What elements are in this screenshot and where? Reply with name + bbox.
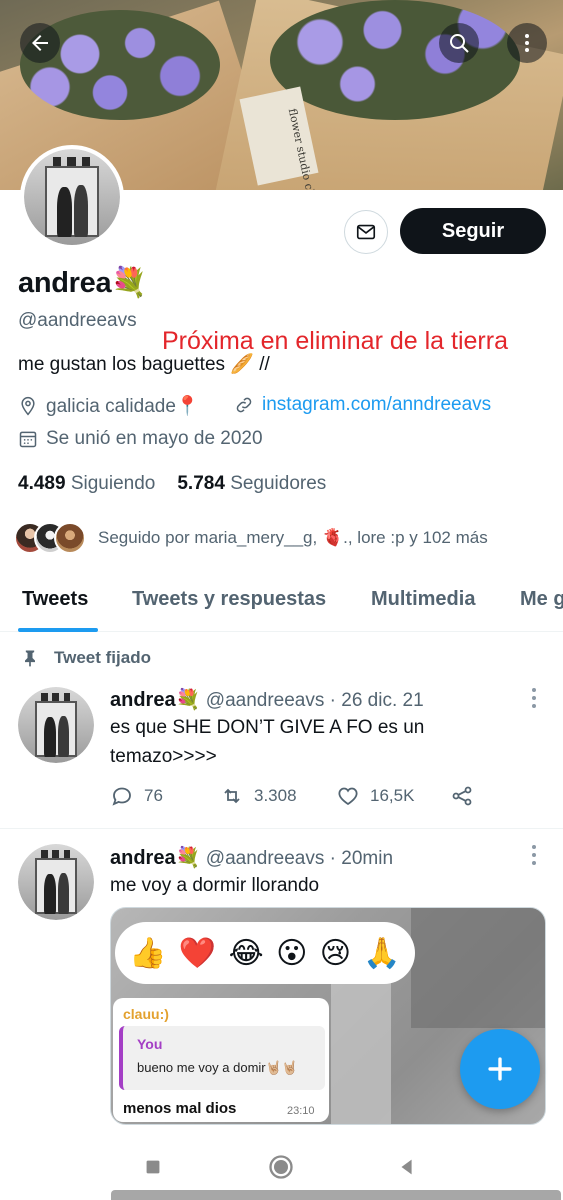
share-icon: [452, 786, 472, 806]
tweet-author-name[interactable]: andrea💐: [110, 689, 201, 711]
like-count: 16,5K: [370, 786, 415, 805]
home-button[interactable]: [266, 1152, 296, 1182]
tab-tweets-replies[interactable]: Tweets y respuestas: [132, 588, 326, 611]
location-pin-icon: [21, 396, 35, 416]
following-link[interactable]: 4.489 Siguiendo: [18, 473, 155, 495]
profile-website[interactable]: instagram.com/anndreeavs: [234, 394, 491, 416]
reaction-emoji: 😢: [319, 936, 352, 970]
reaction-emoji: 😮: [276, 936, 308, 970]
tweet-author-name[interactable]: andrea💐: [110, 847, 201, 869]
heart-icon: [338, 787, 358, 806]
profile-avatar[interactable]: [20, 145, 124, 249]
pinned-text: Tweet fijado: [54, 648, 151, 667]
chat-message: menos mal dios: [123, 1100, 237, 1117]
profile-tabs: Tweets Tweets y respuestas Multimedia Me…: [0, 568, 563, 632]
chat-sender-name: clauu:): [123, 1006, 169, 1022]
tweet-divider: [0, 828, 563, 829]
tab-tweets[interactable]: Tweets: [22, 588, 88, 611]
followers-count: 5.784: [177, 473, 225, 494]
compose-tweet-button[interactable]: [460, 1029, 540, 1109]
followed-by-text: Seguido por maria_mery__g, 🫀., lore :p y…: [98, 528, 488, 547]
following-count: 4.489: [18, 473, 66, 494]
reaction-emoji: 😂: [228, 936, 264, 970]
plus-icon: [488, 1057, 512, 1081]
tweet-text: es que SHE DON’T GIVE A FO es un temazo>…: [110, 713, 424, 771]
profile-handle: @aandreeavs: [18, 310, 137, 331]
back-button[interactable]: [20, 23, 60, 63]
circle-icon: [269, 1155, 293, 1179]
reply-button[interactable]: 76: [110, 784, 163, 808]
back-nav-button[interactable]: [392, 1152, 422, 1182]
joined-text: Se unió en mayo de 2020: [46, 428, 263, 449]
tweet-header: andrea💐 @aandreeavs · 20min: [110, 845, 393, 870]
tweet-text-line: temazo>>>>: [110, 746, 217, 767]
share-button[interactable]: [450, 784, 474, 808]
reaction-emoji: 🙏: [363, 936, 401, 970]
mail-icon: [356, 224, 376, 240]
reaction-bar: 👍 ❤️ 😂 😮 😢 🙏: [115, 922, 415, 984]
quoted-text: bueno me voy a domir🤘🏼🤘🏼: [137, 1060, 298, 1075]
tweet-text: me voy a dormir llorando: [110, 871, 319, 900]
arrow-left-icon: [32, 35, 48, 51]
recents-button[interactable]: [138, 1152, 168, 1182]
tweet-more-button[interactable]: [528, 688, 540, 708]
followers-link[interactable]: 5.784 Seguidores: [177, 473, 326, 495]
tweet-header: andrea💐 @aandreeavs · 26 dic. 21: [110, 687, 424, 712]
like-button[interactable]: 16,5K: [336, 784, 414, 808]
tweet-actions: 76 3.308 16,5K: [110, 784, 480, 812]
followers-label: Seguidores: [230, 473, 327, 494]
reaction-emoji: ❤️: [178, 936, 217, 970]
chat-bubble: clauu:) You bueno me voy a domir🤘🏼🤘🏼 men…: [113, 998, 329, 1122]
tweet-text-line: es que SHE DON’T GIVE A FO es un: [110, 717, 425, 738]
square-icon: [146, 1160, 160, 1174]
retweet-icon: [224, 788, 240, 804]
following-label: Siguiendo: [70, 473, 156, 494]
more-options-button[interactable]: [507, 23, 547, 63]
link-icon: [236, 397, 252, 413]
follow-counts: 4.489 Siguiendo 5.784 Seguidores: [18, 473, 326, 495]
tweet-avatar[interactable]: [18, 687, 94, 763]
calendar-icon: [19, 431, 37, 448]
tweet-more-button[interactable]: [528, 845, 540, 865]
tab-media[interactable]: Multimedia: [371, 588, 475, 611]
chat-time: 23:10: [287, 1105, 315, 1117]
tweet-author-handle: @aandreeavs: [205, 848, 325, 869]
message-button[interactable]: [344, 210, 388, 254]
location-text: galicia calidade📍: [46, 396, 200, 417]
bottom-edge-panel: [111, 1190, 561, 1200]
reply-count: 76: [144, 786, 163, 805]
profile-location: galicia calidade📍: [18, 394, 200, 418]
retweet-button[interactable]: 3.308: [220, 784, 297, 808]
pinned-tweet-label: Tweet fijado: [20, 648, 151, 668]
active-tab-indicator: [18, 628, 98, 632]
pin-icon: [25, 650, 35, 667]
tweet-time[interactable]: 20min: [341, 848, 393, 869]
retweet-count: 3.308: [254, 786, 297, 805]
quoted-sender: You: [137, 1036, 163, 1052]
follower-avatar: [54, 522, 86, 554]
reaction-emoji: 👍: [129, 936, 167, 970]
website-link[interactable]: instagram.com/anndreeavs: [262, 394, 491, 416]
tweet-text-line: me voy a dormir llorando: [110, 875, 320, 896]
tweet-separator: ·: [329, 848, 336, 869]
profile-bio: me gustan los baguettes 🥖 //: [18, 354, 270, 375]
profile-joined: Se unió en mayo de 2020: [18, 428, 263, 450]
tweet-author-handle: @aandreeavs: [205, 690, 325, 711]
reply-icon: [112, 787, 131, 806]
triangle-back-icon: [401, 1159, 412, 1175]
tweet-time[interactable]: 26 dic. 21: [341, 690, 423, 711]
follow-button[interactable]: Seguir: [400, 208, 546, 254]
tab-likes[interactable]: Me g: [520, 588, 563, 611]
followed-by-row[interactable]: Seguido por maria_mery__g, 🫀., lore :p y…: [14, 522, 488, 554]
more-vertical-icon: [525, 34, 529, 52]
profile-name: andrea💐: [18, 267, 148, 299]
search-icon: [450, 34, 469, 53]
tweet-separator: ·: [329, 690, 336, 711]
quoted-message: You bueno me voy a domir🤘🏼🤘🏼: [119, 1026, 325, 1090]
search-button[interactable]: [439, 23, 479, 63]
tweet-avatar[interactable]: [18, 844, 94, 920]
